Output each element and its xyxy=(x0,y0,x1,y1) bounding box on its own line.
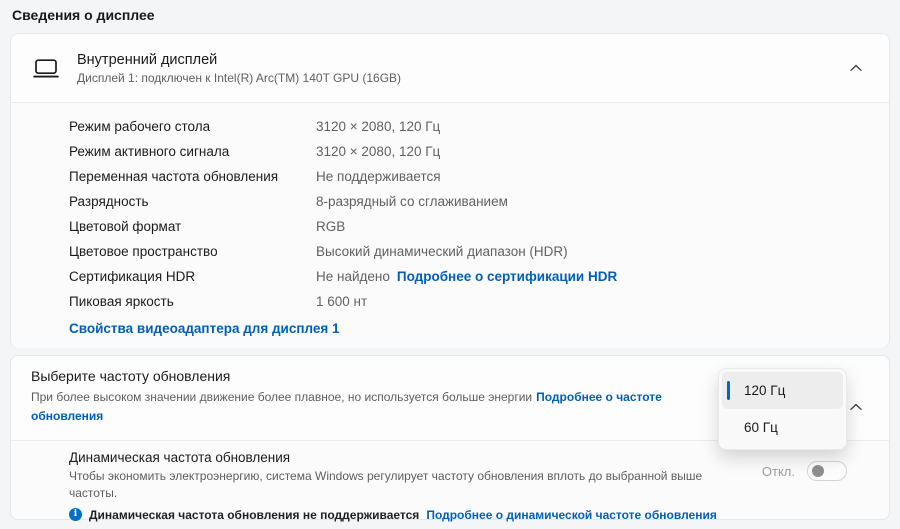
detail-row: Цветовое пространство Высокий динамическ… xyxy=(69,239,869,264)
internal-display-header[interactable]: Внутренний дисплей Дисплей 1: подключен … xyxy=(11,34,889,102)
chevron-up-icon xyxy=(850,403,862,411)
display-details-panel: Режим рабочего стола 3120 × 2080, 120 Гц… xyxy=(11,102,889,348)
internal-display-card: Внутренний дисплей Дисплей 1: подключен … xyxy=(10,33,890,348)
dynamic-refresh-title: Динамическая частота обновления xyxy=(69,450,869,465)
toggle-knob xyxy=(812,465,824,477)
dropdown-option-120hz[interactable]: 120 Гц xyxy=(722,372,843,409)
dynamic-refresh-status: Динамическая частота обновления не подде… xyxy=(89,508,419,522)
dynamic-refresh-description: Чтобы экономить электроэнергию, система … xyxy=(69,468,745,503)
dynamic-refresh-info-row: i Динамическая частота обновления не под… xyxy=(69,508,869,522)
dynamic-refresh-toggle-block: Откл. xyxy=(762,461,847,481)
detail-row: Переменная частота обновления Не поддерж… xyxy=(69,164,869,189)
toggle-state-label: Откл. xyxy=(762,464,795,479)
detail-row: Сертификация HDR Не найдено Подробнее о … xyxy=(69,264,869,289)
refresh-rate-description: При более высоком значении движение боле… xyxy=(31,388,731,425)
display-subtitle: Дисплей 1: подключен к Intel(R) Arc(TM) … xyxy=(77,71,401,85)
selection-indicator xyxy=(727,381,730,400)
collapse-display-button[interactable] xyxy=(843,55,869,81)
detail-row: Цветовой формат RGB xyxy=(69,214,869,239)
display-title: Внутренний дисплей xyxy=(77,52,401,68)
detail-row: Режим активного сигнала 3120 × 2080, 120… xyxy=(69,139,869,164)
detail-row: Пиковая яркость 1 600 нт xyxy=(69,289,869,314)
dynamic-refresh-toggle[interactable] xyxy=(807,461,847,481)
hdr-certification-link[interactable]: Подробнее о сертификации HDR xyxy=(397,269,617,284)
detail-row: Режим рабочего стола 3120 × 2080, 120 Гц xyxy=(69,114,869,139)
refresh-rate-dropdown: 120 Гц 60 Гц xyxy=(718,368,847,450)
detail-row: Разрядность 8-разрядный со сглаживанием xyxy=(69,189,869,214)
info-icon: i xyxy=(69,508,82,521)
dynamic-refresh-learn-more-link[interactable]: Подробнее о динамической частоте обновле… xyxy=(426,508,717,522)
chevron-up-icon xyxy=(850,64,862,72)
page-title: Сведения о дисплее xyxy=(12,7,155,23)
display-adapter-properties-link[interactable]: Свойства видеоадаптера для дисплея 1 xyxy=(69,321,340,336)
dynamic-refresh-panel: Динамическая частота обновления Чтобы эк… xyxy=(11,440,889,519)
dropdown-option-60hz[interactable]: 60 Гц xyxy=(722,409,843,446)
laptop-icon xyxy=(33,58,63,79)
